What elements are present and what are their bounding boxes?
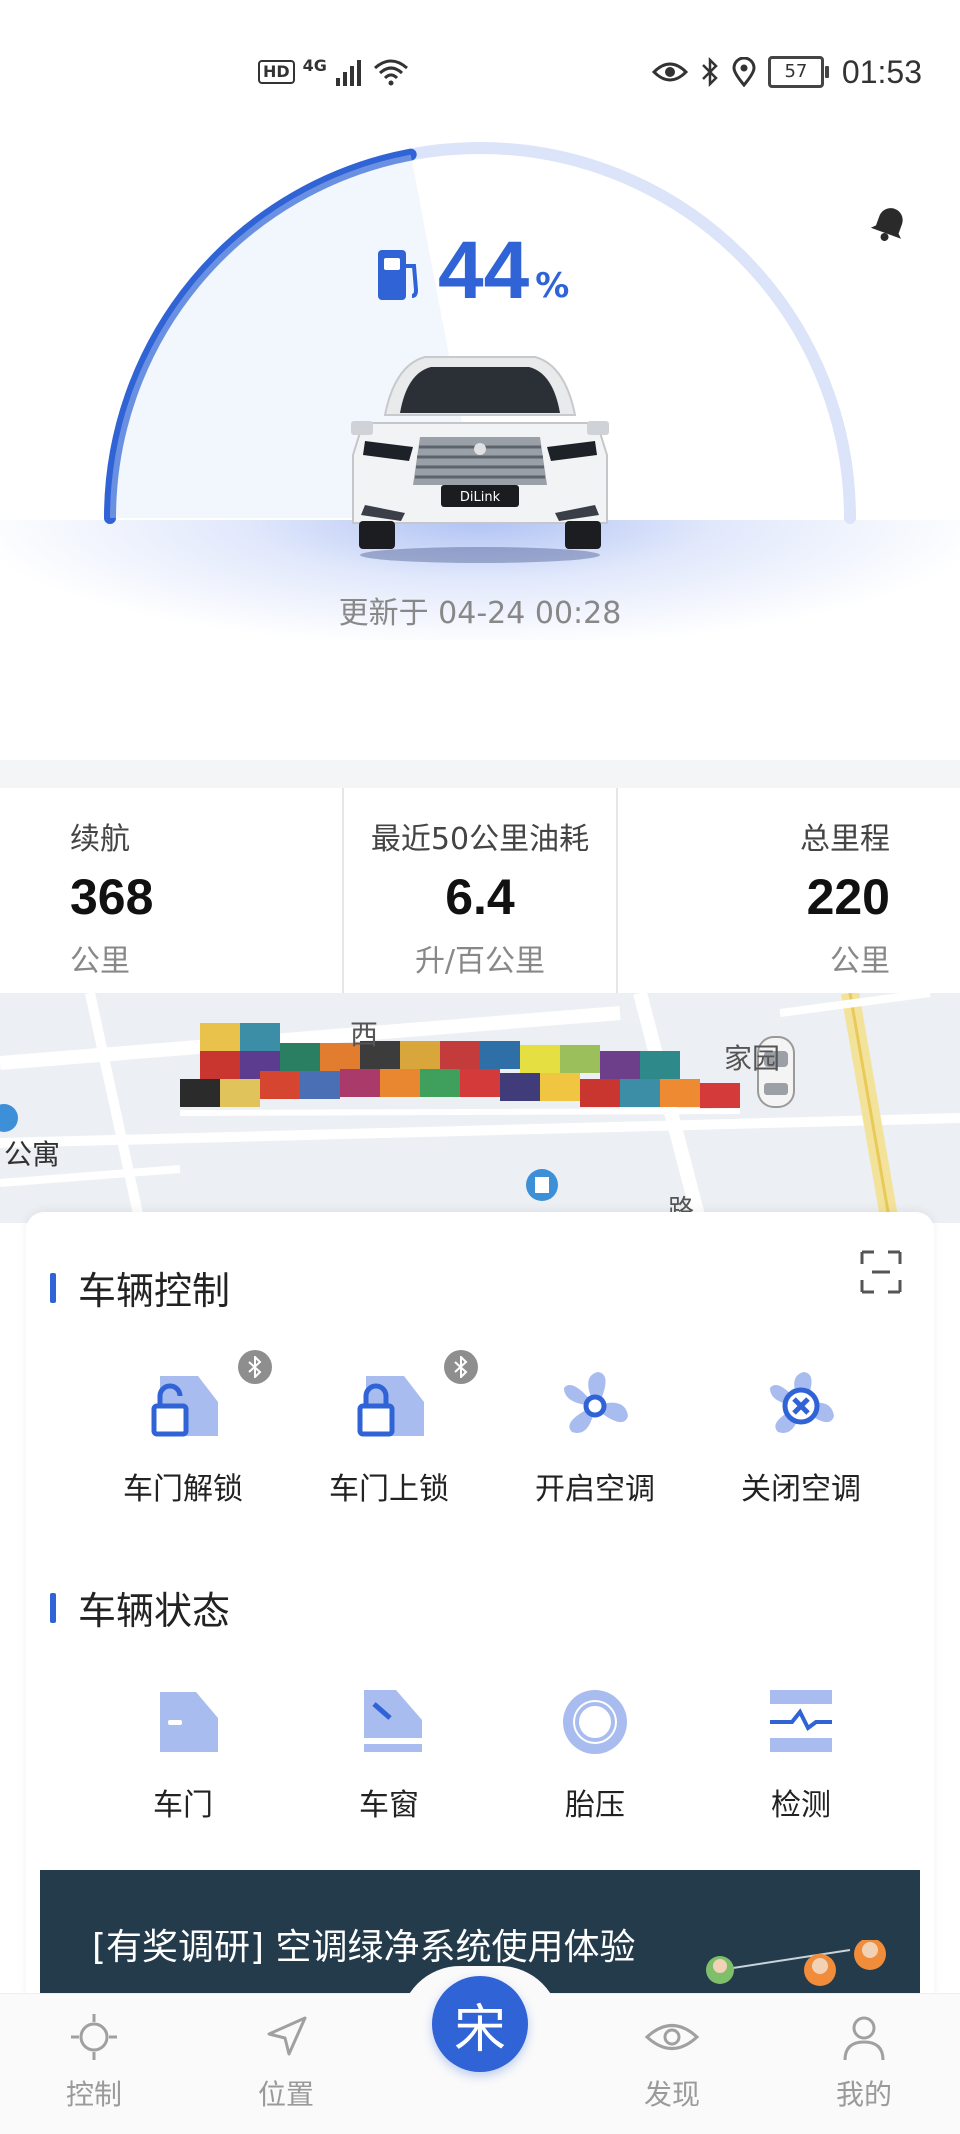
plate-badge: DiLink xyxy=(460,490,501,505)
vehicle-status-title: 车辆状态 xyxy=(50,1580,230,1635)
nav-label: 位置 xyxy=(257,2078,314,2111)
navigation-arrow-icon xyxy=(267,2016,307,2056)
section-accent-bar xyxy=(50,1272,56,1303)
nav-discover[interactable]: 发现 xyxy=(612,2012,732,2113)
control-label: 车门上锁 xyxy=(329,1472,449,1507)
diagnostic-button[interactable]: 检测 xyxy=(698,1682,904,1824)
bluetooth-badge-icon xyxy=(238,1350,272,1384)
stat-value: 6.4 xyxy=(445,869,515,925)
ac-off-button[interactable]: 关闭空调 xyxy=(698,1366,904,1508)
fuel-readout: 44 % xyxy=(376,230,569,312)
switch-vehicle-icon[interactable] xyxy=(856,1248,906,1296)
location-map[interactable]: 西 家园 公寓 路 xyxy=(0,993,960,1223)
map-label: 西 xyxy=(350,1018,379,1051)
nav-profile[interactable]: 我的 xyxy=(804,2012,924,2113)
status-label: 车门 xyxy=(153,1788,213,1823)
user-icon xyxy=(843,2016,885,2061)
stat-fuel-consumption[interactable]: 最近50公里油耗 6.4 升/百公里 xyxy=(342,788,616,993)
fuel-pump-icon xyxy=(378,250,419,300)
section-title-text: 车辆控制 xyxy=(78,1269,231,1313)
fuel-unit: % xyxy=(535,266,570,306)
stat-label: 最近50公里油耗 xyxy=(370,822,590,857)
stat-unit: 公里 xyxy=(70,944,130,979)
stat-total-mileage[interactable]: 总里程 220 公里 xyxy=(616,788,960,993)
stat-range[interactable]: 续航 368 公里 xyxy=(0,788,342,993)
status-grid: 车门 车窗 胎压 检测 xyxy=(26,1682,934,1824)
stat-value: 220 xyxy=(806,869,890,925)
map-label: 家园 xyxy=(724,1042,781,1075)
window-status-button[interactable]: 车窗 xyxy=(286,1682,492,1824)
stat-unit: 公里 xyxy=(830,944,890,979)
last-updated: 更新于 04-24 00:28 xyxy=(338,596,622,631)
nav-location[interactable]: 位置 xyxy=(226,2012,346,2113)
stats-row: 续航 368 公里 最近50公里油耗 6.4 升/百公里 总里程 220 公里 xyxy=(0,788,960,993)
fan-off-icon xyxy=(770,1372,834,1433)
fuel-percent: 44 xyxy=(438,225,530,316)
brand-center-button[interactable]: 宋 xyxy=(432,1976,528,2072)
nav-label: 发现 xyxy=(643,2078,700,2111)
door-icon xyxy=(160,1692,218,1752)
eye-icon xyxy=(644,2024,700,2050)
door-unlock-button[interactable]: 车门解锁 xyxy=(80,1350,286,1508)
ac-on-button[interactable]: 开启空调 xyxy=(492,1366,698,1508)
section-title-text: 车辆状态 xyxy=(78,1589,231,1633)
door-unlock-icon xyxy=(151,1376,218,1437)
stat-label: 总里程 xyxy=(800,822,890,857)
door-lock-button[interactable]: 车门上锁 xyxy=(286,1350,492,1508)
map-roads xyxy=(0,993,960,1223)
control-label: 车门解锁 xyxy=(123,1472,243,1507)
map-label: 公寓 xyxy=(4,1138,61,1171)
door-status-button[interactable]: 车门 xyxy=(80,1682,286,1824)
door-lock-icon xyxy=(357,1376,424,1437)
nav-label: 控制 xyxy=(65,2078,122,2111)
control-label: 关闭空调 xyxy=(741,1472,861,1507)
window-icon xyxy=(364,1690,422,1752)
notification-bell-icon[interactable] xyxy=(868,200,912,244)
section-divider xyxy=(0,760,960,788)
diagnostic-icon xyxy=(770,1690,832,1752)
tire-pressure-button[interactable]: 胎压 xyxy=(492,1682,698,1824)
tire-icon xyxy=(563,1690,627,1754)
status-label: 胎压 xyxy=(565,1788,625,1823)
stat-value: 368 xyxy=(70,869,154,925)
crosshair-icon xyxy=(71,2014,117,2060)
bluetooth-badge-icon xyxy=(444,1350,478,1384)
banner-text: [有奖调研] 空调绿净系统使用体验 xyxy=(92,1927,636,1968)
stat-label: 续航 xyxy=(70,822,130,857)
status-label: 车窗 xyxy=(359,1788,419,1823)
car-image: DiLink xyxy=(351,356,609,563)
status-label: 检测 xyxy=(771,1788,831,1823)
stat-unit: 升/百公里 xyxy=(414,944,546,979)
bottom-navigation: 控制 位置 宋 发现 我的 xyxy=(0,1966,960,2134)
control-grid: 车门解锁 车门上锁 开启空调 关闭空调 xyxy=(26,1350,934,1508)
nav-control[interactable]: 控制 xyxy=(34,2012,154,2113)
fan-icon xyxy=(564,1372,628,1433)
vehicle-control-title: 车辆控制 xyxy=(50,1260,230,1315)
nav-label: 我的 xyxy=(835,2078,892,2111)
control-label: 开启空调 xyxy=(535,1472,655,1507)
section-accent-bar xyxy=(50,1592,56,1623)
